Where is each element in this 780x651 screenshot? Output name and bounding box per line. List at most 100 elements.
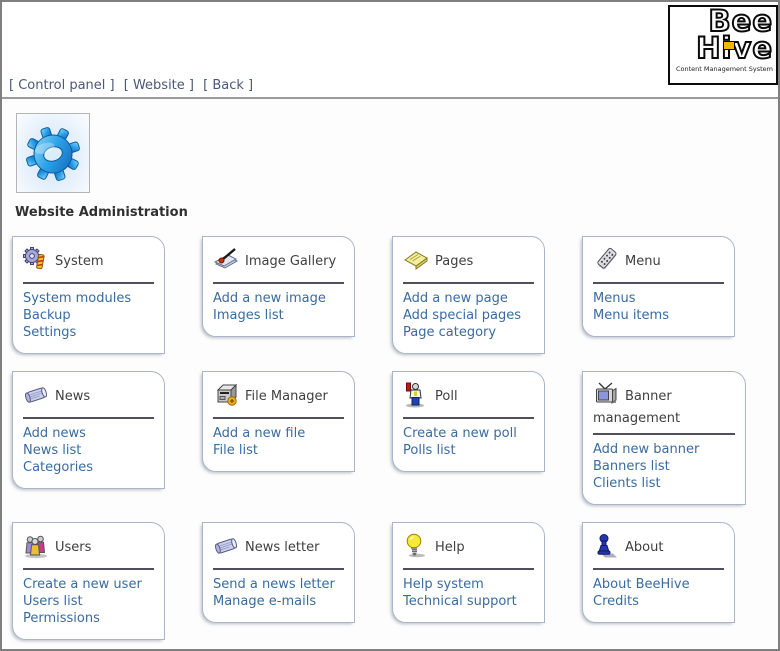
divider (213, 282, 344, 284)
help-icon (403, 533, 429, 559)
module-link[interactable]: Polls list (403, 443, 534, 459)
module-link[interactable]: Create a new poll (403, 426, 534, 442)
module-link[interactable]: Add a new file (213, 426, 344, 442)
divider (593, 433, 735, 435)
logo-i-dot (723, 41, 735, 50)
module-link[interactable]: Menus (593, 291, 724, 307)
divider (403, 282, 534, 284)
module-link[interactable]: Add a new image (213, 291, 344, 307)
module-title: Image Gallery (245, 254, 336, 269)
card-head: Help (403, 533, 534, 562)
module-card-news: News Add news News list Categories (12, 371, 165, 489)
logo-tagline: Content Management System (673, 65, 773, 73)
banner-icon (593, 382, 619, 408)
module-title: System (55, 254, 103, 269)
news-icon (23, 382, 49, 408)
module-link[interactable]: Manage e-mails (213, 594, 344, 610)
divider (403, 417, 534, 419)
divider (213, 417, 344, 419)
card-head: Pages (403, 247, 534, 276)
poll-icon (403, 382, 429, 408)
module-card-poll: Poll Create a new poll Polls list (392, 371, 545, 472)
module-card-help: Help Help system Technical support (392, 522, 545, 623)
module-card-news-letter: News letter Send a news letter Manage e-… (202, 522, 355, 623)
module-card-file-manager: File Manager Add a new file File list (202, 371, 355, 472)
module-link[interactable]: Settings (23, 325, 154, 341)
nav-back-link[interactable]: [ Back ] (203, 78, 253, 93)
module-title: Menu (625, 254, 661, 269)
module-link[interactable]: Technical support (403, 594, 534, 610)
pages-icon (403, 247, 429, 273)
divider (23, 417, 154, 419)
content-area: Website Administration (2, 99, 778, 640)
module-card-system: System System modules Backup Settings (12, 236, 165, 354)
module-card-about: About About BeeHive Credits (582, 522, 735, 623)
header: [ Control panel ] [ Website ] [ Back ] B… (2, 2, 778, 99)
module-card-pages: Pages Add a new page Add special pages P… (392, 236, 545, 354)
module-card-image-gallery: Image Gallery Add a new image Images lis… (202, 236, 355, 337)
module-link[interactable]: Send a news letter (213, 577, 344, 593)
file-manager-icon (213, 382, 239, 408)
divider (403, 568, 534, 570)
module-link[interactable]: Categories (23, 460, 154, 476)
module-title: Help (435, 540, 465, 555)
module-link[interactable]: About BeeHive (593, 577, 724, 593)
divider (23, 282, 154, 284)
module-link[interactable]: Add new banner (593, 442, 735, 458)
users-icon (23, 533, 49, 559)
module-title: About (625, 540, 663, 555)
card-head: News letter (213, 533, 344, 562)
module-link[interactable]: Images list (213, 308, 344, 324)
module-link[interactable]: Permissions (23, 611, 154, 627)
divider (593, 282, 724, 284)
card-head: About (593, 533, 724, 562)
divider (213, 568, 344, 570)
module-link[interactable]: Credits (593, 594, 724, 610)
card-head: Menu (593, 247, 724, 276)
module-card-banner-management: Banner management Add new banner Banners… (582, 371, 746, 505)
nav-website-link[interactable]: [ Website ] (124, 78, 194, 93)
module-link[interactable]: Add news (23, 426, 154, 442)
beehive-logo: Bee Hive Content Management System (668, 5, 778, 85)
nav-control-panel-link[interactable]: [ Control panel ] (9, 78, 115, 93)
card-head: News (23, 382, 154, 411)
about-icon (593, 533, 619, 559)
card-head: Image Gallery (213, 247, 344, 276)
newsletter-icon (213, 533, 239, 559)
module-card-users: Users Create a new user Users list Permi… (12, 522, 165, 640)
card-head: System (23, 247, 154, 276)
system-icon (23, 247, 49, 273)
breadcrumb-nav: [ Control panel ] [ Website ] [ Back ] (9, 78, 258, 93)
divider (23, 568, 154, 570)
modules-grid: System System modules Backup Settings (12, 236, 768, 640)
card-head: Banner management (593, 382, 735, 427)
module-title: News letter (245, 540, 319, 555)
module-link[interactable]: Users list (23, 594, 154, 610)
module-link[interactable]: Add special pages (403, 308, 534, 324)
module-link[interactable]: News list (23, 443, 154, 459)
module-link[interactable]: Create a new user (23, 577, 154, 593)
module-link[interactable]: Page category (403, 325, 534, 341)
divider (593, 568, 724, 570)
module-title: Users (55, 540, 91, 555)
menu-icon (593, 247, 619, 273)
module-link[interactable]: Banners list (593, 459, 735, 475)
module-link[interactable]: Clients list (593, 476, 735, 492)
module-title: Poll (435, 389, 458, 404)
module-link[interactable]: System modules (23, 291, 154, 307)
image-gallery-icon (213, 247, 239, 273)
module-card-menu: Menu Menus Menu items (582, 236, 735, 337)
module-title: Pages (435, 254, 473, 269)
card-head: Poll (403, 382, 534, 411)
website-admin-gear-box (16, 113, 90, 193)
module-title: File Manager (245, 389, 328, 404)
module-title: News (55, 389, 90, 404)
module-link[interactable]: File list (213, 443, 344, 459)
module-link[interactable]: Add a new page (403, 291, 534, 307)
module-link[interactable]: Backup (23, 308, 154, 324)
blue-gear-icon (24, 124, 82, 182)
module-link[interactable]: Help system (403, 577, 534, 593)
card-head: File Manager (213, 382, 344, 411)
page-title: Website Administration (15, 205, 768, 220)
module-link[interactable]: Menu items (593, 308, 724, 324)
